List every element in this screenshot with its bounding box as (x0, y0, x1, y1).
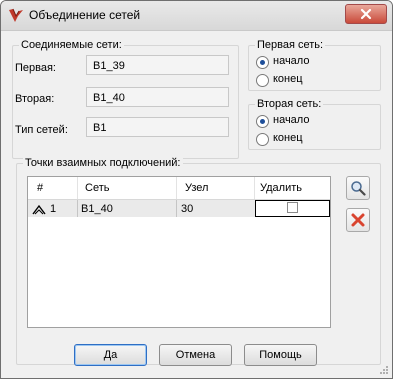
first-network-label: Первая: (15, 62, 56, 74)
dialog-window: Объединение сетей Соединяемые сети: Перв… (0, 0, 393, 379)
connected-networks-legend: Соединяемые сети: (19, 39, 124, 51)
title-bar[interactable]: Объединение сетей (1, 1, 392, 31)
delete-cell[interactable] (255, 200, 330, 217)
column-header-number[interactable]: # (37, 182, 43, 194)
find-button[interactable] (346, 176, 370, 200)
first-network-legend: Первая сеть: (255, 39, 326, 51)
radio-label: начало (273, 114, 310, 126)
table-header: # Сеть Узел Удалить (28, 177, 330, 200)
radio-selected-indicator (256, 56, 269, 69)
close-button[interactable] (345, 4, 387, 24)
column-header-network[interactable]: Сеть (85, 182, 109, 194)
radio-unselected-indicator (256, 133, 269, 146)
column-divider (254, 177, 255, 199)
radio-unselected-indicator (256, 74, 269, 87)
row-node: 30 (181, 203, 194, 215)
radio-selected-indicator (256, 115, 269, 128)
app-logo-icon (9, 8, 23, 22)
resize-grip-icon[interactable] (379, 365, 389, 375)
row-network: B1_40 (81, 203, 113, 215)
connection-point-icon (32, 204, 46, 215)
help-button[interactable]: Помощь (244, 344, 317, 366)
column-header-node[interactable]: Узел (185, 182, 208, 194)
connections-table[interactable]: # Сеть Узел Удалить 1 B1_40 30 (27, 176, 331, 328)
network-type-field: B1 (86, 117, 229, 137)
connections-legend: Точки взаимных подключений: (23, 157, 183, 169)
window-title: Объединение сетей (29, 8, 141, 22)
red-x-icon (351, 213, 365, 227)
cell-divider (77, 200, 78, 217)
column-header-delete[interactable]: Удалить (260, 182, 302, 194)
magnifier-icon (351, 181, 366, 196)
column-divider (176, 177, 177, 199)
second-network-label: Вторая: (15, 93, 55, 105)
radio-label: конец (273, 132, 303, 144)
first-network-group: Первая сеть: начало конец (248, 39, 381, 91)
second-network-field: B1_40 (86, 87, 229, 107)
ok-button[interactable]: Да (74, 344, 147, 366)
radio-label: конец (273, 73, 303, 85)
delete-checkbox[interactable] (287, 202, 298, 213)
close-icon (360, 8, 372, 20)
cell-divider (176, 200, 177, 217)
delete-row-button[interactable] (346, 208, 370, 232)
column-divider (77, 177, 78, 199)
cancel-button[interactable]: Отмена (159, 344, 232, 366)
table-row[interactable]: 1 B1_40 30 (28, 200, 330, 217)
second-network-legend: Вторая сеть: (255, 98, 324, 110)
first-network-field: B1_39 (86, 55, 229, 75)
radio-label: начало (273, 55, 310, 67)
network-type-label: Тип сетей: (15, 124, 68, 136)
second-network-group: Вторая сеть: начало конец (248, 98, 381, 150)
row-number: 1 (50, 203, 57, 215)
